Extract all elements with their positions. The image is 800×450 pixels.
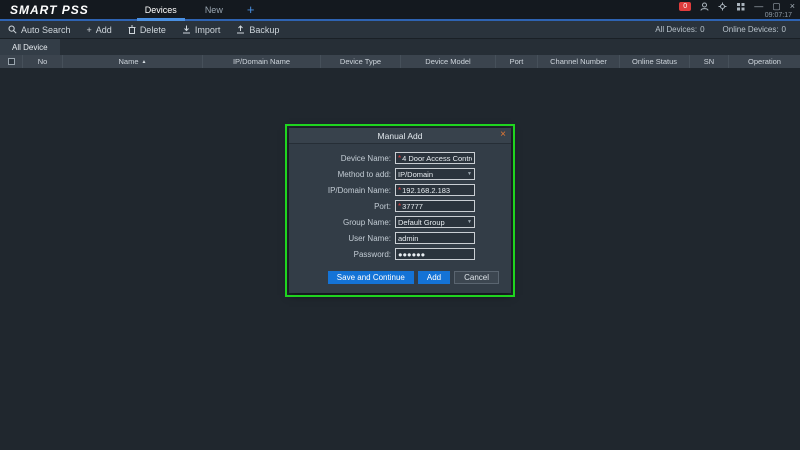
field-row-group-name: Group Name: Default Group ▼ [299, 216, 501, 228]
column-channel-number[interactable]: Channel Number [537, 55, 619, 68]
user-name-field-wrap [395, 232, 475, 244]
password-field-wrap [395, 248, 475, 260]
all-devices-counter: All Devices: 0 [655, 25, 704, 34]
device-counters: All Devices: 0 Online Devices: 0 [655, 25, 792, 34]
column-sn[interactable]: SN [689, 55, 728, 68]
settings-icon[interactable] [718, 2, 727, 11]
modules-icon[interactable] [736, 2, 745, 11]
maximize-button[interactable]: ▢ [772, 1, 781, 11]
select-all-cell [0, 55, 22, 68]
save-and-continue-button[interactable]: Save and Continue [328, 271, 414, 284]
dialog-title-bar: Manual Add × [289, 128, 511, 144]
required-asterisk: * [398, 154, 401, 163]
online-devices-label: Online Devices: [723, 25, 779, 34]
column-online-status[interactable]: Online Status [619, 55, 689, 68]
title-bar: SMART PSS Devices New + 0 — ▢ × 09:07:17 [0, 0, 800, 21]
column-name[interactable]: Name ▲ [62, 55, 202, 68]
column-device-model[interactable]: Device Model [400, 55, 495, 68]
chevron-down-icon: ▼ [467, 219, 472, 225]
window-controls: 0 — ▢ × [679, 1, 795, 11]
all-devices-count: 0 [700, 25, 704, 34]
device-group-tabs: All Device [0, 39, 800, 55]
required-asterisk: * [398, 202, 401, 211]
port-input[interactable] [402, 202, 472, 211]
sort-asc-icon: ▲ [142, 59, 147, 65]
device-name-input[interactable] [402, 154, 472, 163]
field-row-user-name: User Name: [299, 232, 501, 244]
field-row-device-name: Device Name: * [299, 152, 501, 164]
column-no[interactable]: No [22, 55, 62, 68]
search-icon [8, 25, 17, 34]
column-ip-domain[interactable]: IP/Domain Name [202, 55, 320, 68]
group-name-label: Group Name: [299, 218, 395, 227]
import-label: Import [195, 25, 221, 35]
device-name-field-wrap: * [395, 152, 475, 164]
port-label: Port: [299, 202, 395, 211]
password-input[interactable] [398, 250, 472, 259]
group-name-select[interactable]: Default Group ▼ [395, 216, 475, 228]
add-device-button[interactable]: Add [418, 271, 450, 284]
backup-icon [236, 25, 245, 34]
tab-new[interactable]: New [191, 0, 237, 19]
add-label: Add [96, 25, 112, 35]
port-field-wrap: * [395, 200, 475, 212]
backup-button[interactable]: Backup [236, 25, 279, 35]
ip-domain-input[interactable] [402, 186, 472, 195]
user-icon[interactable] [700, 2, 709, 11]
password-label: Password: [299, 250, 395, 259]
online-devices-count: 0 [782, 25, 786, 34]
minimize-button[interactable]: — [754, 1, 763, 11]
auto-search-button[interactable]: Auto Search [8, 25, 71, 35]
ip-domain-field-wrap: * [395, 184, 475, 196]
manual-add-dialog: Manual Add × Device Name: * Method to ad… [289, 128, 511, 293]
device-name-label: Device Name: [299, 154, 395, 163]
group-name-value: Default Group [398, 218, 445, 227]
import-icon [182, 25, 191, 34]
tab-all-device[interactable]: All Device [0, 39, 60, 55]
column-operation[interactable]: Operation [728, 55, 800, 68]
auto-search-label: Auto Search [21, 25, 71, 35]
clock-display: 09:07:17 [765, 12, 792, 19]
main-tabs: Devices New + [131, 0, 265, 19]
tab-devices[interactable]: Devices [131, 0, 191, 19]
alarm-badge[interactable]: 0 [679, 2, 691, 11]
trash-icon [128, 25, 136, 34]
import-button[interactable]: Import [182, 25, 221, 35]
ip-domain-label: IP/Domain Name: [299, 186, 395, 195]
dialog-title: Manual Add [378, 131, 423, 141]
delete-label: Delete [140, 25, 166, 35]
dialog-close-icon[interactable]: × [500, 129, 506, 140]
app-window: SMART PSS Devices New + 0 — ▢ × 09:07:17 [0, 0, 800, 450]
app-logo: SMART PSS [0, 0, 101, 19]
new-tab-button[interactable]: + [237, 0, 265, 19]
add-button[interactable]: + Add [87, 25, 112, 35]
method-to-add-label: Method to add: [299, 170, 395, 179]
plus-icon: + [87, 25, 92, 35]
user-name-label: User Name: [299, 234, 395, 243]
device-table-header: No Name ▲ IP/Domain Name Device Type Dev… [0, 55, 800, 68]
column-port[interactable]: Port [495, 55, 537, 68]
column-name-label: Name [119, 57, 139, 66]
all-devices-label: All Devices: [655, 25, 697, 34]
chevron-down-icon: ▼ [467, 171, 472, 177]
online-devices-counter: Online Devices: 0 [723, 25, 786, 34]
backup-label: Backup [249, 25, 279, 35]
dialog-buttons: Save and Continue Add Cancel [289, 268, 511, 293]
cancel-button[interactable]: Cancel [454, 271, 499, 284]
field-row-method: Method to add: IP/Domain ▼ [299, 168, 501, 180]
delete-button[interactable]: Delete [128, 25, 166, 35]
field-row-ip-domain: IP/Domain Name: * [299, 184, 501, 196]
select-all-checkbox[interactable] [8, 58, 15, 65]
field-row-password: Password: [299, 248, 501, 260]
close-button[interactable]: × [790, 1, 795, 11]
required-asterisk: * [398, 186, 401, 195]
column-device-type[interactable]: Device Type [320, 55, 400, 68]
dialog-body: Device Name: * Method to add: IP/Domain … [289, 144, 511, 268]
user-name-input[interactable] [398, 234, 472, 243]
field-row-port: Port: * [299, 200, 501, 212]
method-to-add-value: IP/Domain [398, 170, 433, 179]
method-to-add-select[interactable]: IP/Domain ▼ [395, 168, 475, 180]
device-toolbar: Auto Search + Add Delete Import Backup [0, 21, 800, 39]
